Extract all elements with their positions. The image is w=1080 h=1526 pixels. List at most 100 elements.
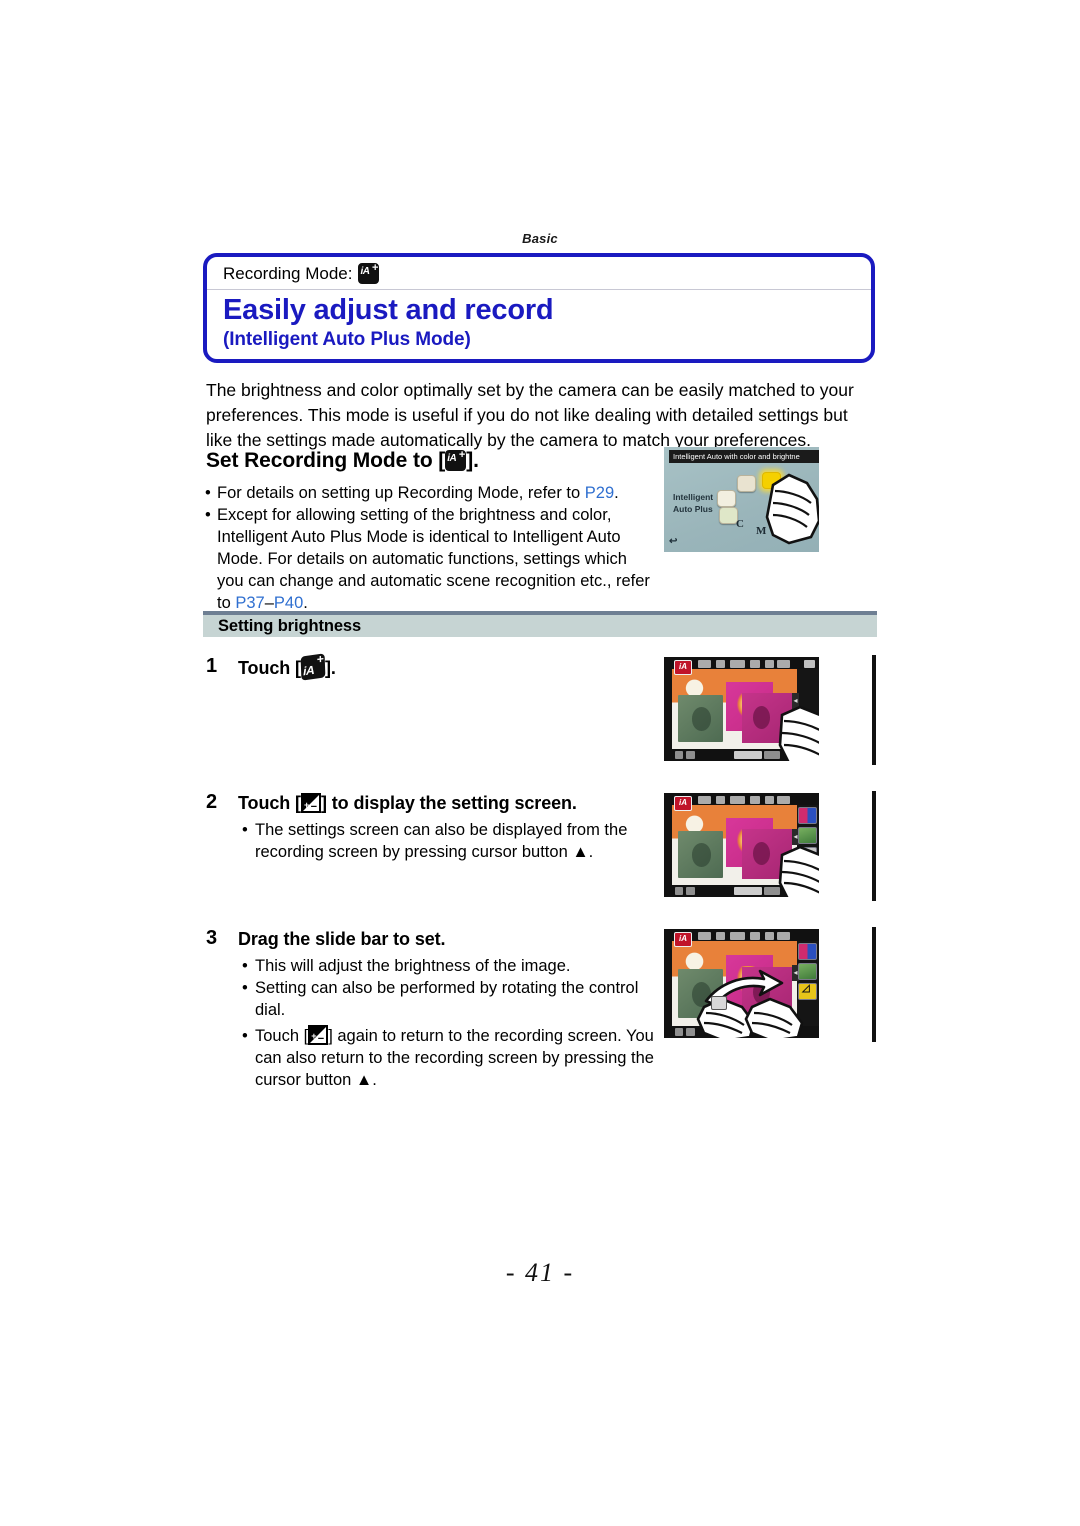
- step3-side-rule: [872, 927, 876, 1042]
- flash-icon: [698, 660, 711, 668]
- exposure-compensation-icon: + −: [308, 1025, 329, 1045]
- ia-icon-text: iA: [302, 662, 315, 679]
- bullet-dot: •: [242, 979, 248, 997]
- page-subtitle: (Intelligent Auto Plus Mode): [223, 329, 471, 351]
- scene-mode-dial-icon[interactable]: [717, 490, 736, 507]
- dial-letter-c[interactable]: C: [736, 518, 744, 530]
- recording-mode-label: Recording Mode:: [223, 263, 353, 283]
- step-1-head-after: ].: [324, 658, 336, 678]
- stabilizer-icon: [716, 796, 725, 804]
- note-text: The settings screen can also be displaye…: [255, 821, 628, 861]
- card-icon: [777, 796, 790, 804]
- note-item: • The settings screen can also be displa…: [242, 819, 666, 863]
- remaining-shots-icon: [804, 660, 815, 668]
- ev-icon-plus: +: [303, 800, 310, 810]
- quality-icon: [750, 796, 760, 804]
- note-text-before: Touch [: [255, 1027, 309, 1045]
- section-bullets: • For details on setting up Recording Mo…: [205, 482, 653, 614]
- page-reference-link[interactable]: P37: [235, 594, 264, 612]
- step-3-number: 3: [206, 927, 218, 949]
- bullet-dot: •: [242, 957, 248, 975]
- bullet-dot: •: [242, 1027, 248, 1045]
- flash-icon: [698, 932, 711, 940]
- step-2: 2 Touch [+ −] to display the setting scre…: [206, 791, 666, 863]
- note-text: Setting can also be performed by rotatin…: [255, 979, 639, 1019]
- subject-box-green: [678, 831, 724, 878]
- running-head: Basic: [522, 231, 558, 246]
- recording-screen-touch-exposure-figure: iA ◂: [664, 793, 819, 897]
- ev-icon-minus: −: [310, 801, 317, 813]
- page-reference-link[interactable]: P29: [585, 484, 614, 502]
- pointing-hand-icon: [778, 845, 819, 897]
- page-reference-link[interactable]: P40: [274, 594, 303, 612]
- aperture-shutter-readout: [734, 887, 762, 895]
- recording-screen-touch-ia-figure: iA ◂: [664, 657, 819, 761]
- ev-icon-plus: +: [311, 1031, 317, 1041]
- picture-size-icon: [730, 796, 745, 804]
- ia-icon-plus: +: [372, 262, 379, 274]
- ia-icon-plus: +: [458, 449, 466, 461]
- defocus-control-button[interactable]: [798, 827, 817, 844]
- mode-selection-menu-figure: Intelligent Auto with color and brightne…: [664, 447, 819, 552]
- ia-icon-text: iA: [447, 453, 457, 464]
- card-icon: [777, 660, 790, 668]
- exposure-compensation-icon: + −: [300, 793, 321, 813]
- step-2-heading: Touch [+ −] to display the setting screen…: [238, 791, 666, 815]
- bullet-dot: •: [205, 484, 211, 502]
- aperture-shutter-readout: [734, 751, 762, 759]
- page-title: Easily adjust and record: [223, 294, 554, 326]
- step2-side-rule: [872, 791, 876, 901]
- section-heading: Set Recording Mode to [iA +].: [206, 449, 479, 473]
- color-adjust-button[interactable]: [798, 807, 817, 824]
- title-box: Recording Mode: iA + Easily adjust and r…: [203, 253, 875, 364]
- bullet-text-part: For details on setting up Recording Mode…: [217, 484, 585, 502]
- note-item: • Touch [+ −] again to return to the reco…: [242, 1025, 666, 1091]
- ia-mode-badge[interactable]: iA: [674, 660, 692, 675]
- picture-size-icon: [730, 932, 745, 940]
- recording-screen-drag-slider-figure: iA ◂ ◿: [664, 929, 819, 1038]
- flash-icon: [698, 796, 711, 804]
- stabilizer-icon: [716, 932, 725, 940]
- intelligent-auto-plus-icon: iA +: [445, 449, 467, 471]
- card-icon: [777, 932, 790, 940]
- ia-mode-badge[interactable]: iA: [674, 796, 692, 811]
- intelligent-auto-dial-icon[interactable]: [737, 475, 756, 492]
- color-adjust-button[interactable]: [798, 943, 817, 960]
- bullet-item: • Except for allowing setting of the bri…: [205, 504, 653, 614]
- battery-icon: [765, 660, 774, 668]
- af-mode-icon: [675, 1028, 683, 1036]
- step-1-number: 1: [206, 655, 218, 677]
- step-1: 1 Touch [iA +].: [206, 652, 666, 681]
- ia-icon-text: iA: [360, 266, 370, 277]
- menu-mode-label: Intelligent Auto Plus: [673, 491, 713, 515]
- step-3-heading: Drag the slide bar to set.: [238, 929, 446, 949]
- pointing-hand-icon: [765, 473, 819, 545]
- step-1-head-before: Touch [: [238, 658, 301, 678]
- bullet-text-part: .: [303, 594, 308, 612]
- bullet-item: • For details on setting up Recording Mo…: [205, 482, 653, 504]
- section-heading-after: ].: [466, 449, 479, 472]
- recording-mode-line: Recording Mode: iA +: [207, 257, 871, 290]
- ia-mode-badge[interactable]: iA: [674, 932, 692, 947]
- back-arrow-icon[interactable]: ↩: [669, 536, 677, 547]
- bullet-text-part: .: [614, 484, 619, 502]
- bullet-text: For details on setting up Recording Mode…: [217, 482, 619, 504]
- note-text: This will adjust the brightness of the i…: [255, 957, 571, 975]
- picture-size-icon: [730, 660, 745, 668]
- note-text: Touch [+ −] again to return to the record…: [255, 1025, 666, 1091]
- bullet-text: Except for allowing setting of the brigh…: [217, 504, 653, 614]
- setting-brightness-label: Setting brightness: [218, 617, 362, 635]
- pointing-hand-icon: [778, 705, 819, 761]
- step-3: 3 Drag the slide bar to set. • This will…: [206, 927, 666, 1091]
- step1-side-rule: [872, 655, 876, 765]
- metering-icon: [686, 751, 695, 759]
- bullet-dot: •: [242, 821, 248, 839]
- intro-paragraph: The brightness and color optimally set b…: [206, 380, 854, 450]
- step-3-notes: • This will adjust the brightness of the…: [242, 955, 666, 1091]
- page-number: - 41 -: [505, 1258, 575, 1287]
- metering-icon: [686, 887, 695, 895]
- battery-icon: [765, 796, 774, 804]
- quality-icon: [750, 660, 760, 668]
- menu-title-bar: Intelligent Auto with color and brightne: [669, 450, 819, 463]
- brightness-slide-bar-handle[interactable]: [710, 995, 727, 1010]
